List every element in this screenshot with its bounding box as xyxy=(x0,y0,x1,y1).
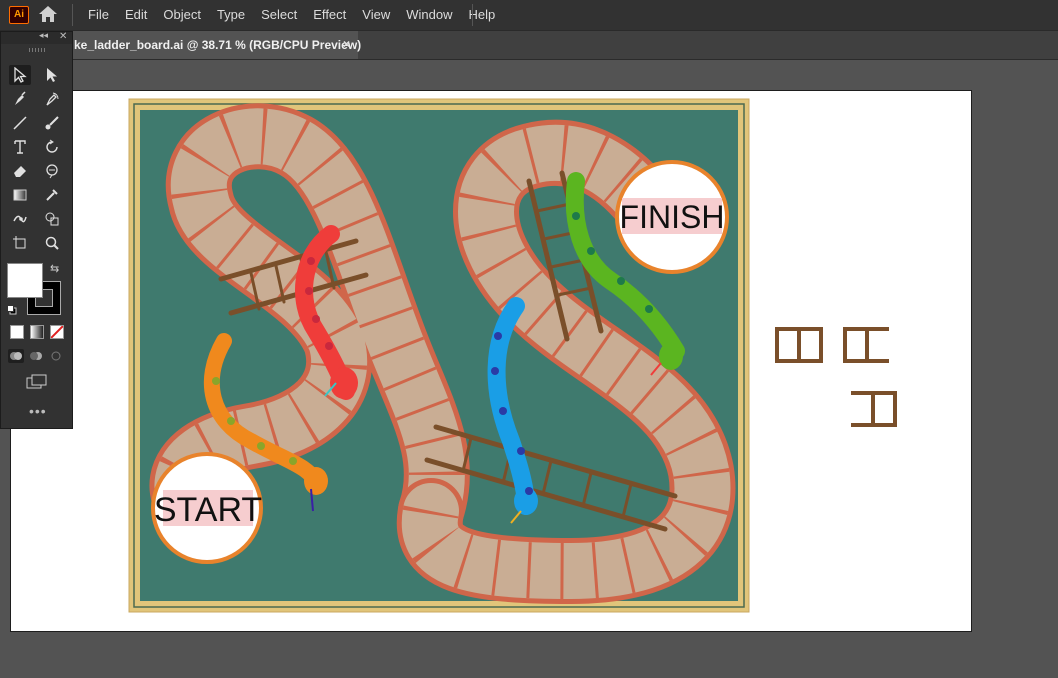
start-label: START xyxy=(154,491,262,529)
gradient-mode-icon[interactable] xyxy=(30,325,44,339)
screen-mode-icon[interactable] xyxy=(26,374,48,395)
panel-grip[interactable] xyxy=(29,48,45,52)
draw-normal-icon[interactable] xyxy=(8,349,24,363)
shape-builder-tool-icon[interactable] xyxy=(41,209,63,229)
color-mode-icon[interactable] xyxy=(10,325,24,339)
default-colors-icon[interactable] xyxy=(7,302,17,315)
menu-select[interactable]: Select xyxy=(253,0,305,30)
paintbrush-tool-icon[interactable] xyxy=(41,113,63,133)
puppet-warp-tool-icon[interactable] xyxy=(9,209,31,229)
illustrator-logo: Ai xyxy=(9,6,29,24)
swap-fill-stroke-icon[interactable]: ⇆ xyxy=(50,262,59,275)
menu-view[interactable]: View xyxy=(354,0,398,30)
menu-edit[interactable]: Edit xyxy=(117,0,155,30)
menu-file[interactable]: File xyxy=(80,0,117,30)
draw-behind-icon[interactable] xyxy=(28,349,44,363)
menu-help[interactable]: Help xyxy=(460,0,503,30)
type-tool-icon[interactable] xyxy=(9,137,31,157)
menu-effect[interactable]: Effect xyxy=(305,0,354,30)
eraser-tool-icon[interactable] xyxy=(9,161,31,181)
menu-window[interactable]: Window xyxy=(398,0,460,30)
home-icon[interactable] xyxy=(38,5,58,28)
collapse-icon[interactable]: ◂◂ xyxy=(39,30,48,41)
document-tab-bar: ke_ladder_board.ai @ 38.71 % (RGB/CPU Pr… xyxy=(0,31,1058,60)
artboard[interactable]: START FINISH xyxy=(10,90,972,632)
menu-object[interactable]: Object xyxy=(155,0,209,30)
ladder-piece-1 xyxy=(775,327,823,363)
tools-panel-header[interactable]: ◂◂ ✕ xyxy=(1,30,72,44)
curvature-tool-icon[interactable] xyxy=(41,89,63,109)
fill-swatch[interactable] xyxy=(7,263,43,298)
menu-separator xyxy=(472,4,473,26)
draw-inside-icon[interactable] xyxy=(48,349,64,363)
gradient-tool-icon[interactable] xyxy=(9,185,31,205)
rotate-tool-icon[interactable] xyxy=(41,137,63,157)
menu-bar: Ai File Edit Object Type Select Effect V… xyxy=(0,0,1058,31)
zoom-tool-icon[interactable] xyxy=(41,233,63,253)
warp-tool-icon[interactable] xyxy=(41,161,63,181)
eyedropper-tool-icon[interactable] xyxy=(41,185,63,205)
more-tools-icon[interactable]: ••• xyxy=(29,403,47,419)
direct-selection-tool-icon[interactable] xyxy=(41,65,63,85)
menu-separator xyxy=(72,4,73,26)
tools-panel: ◂◂ ✕ ⇆ ••• xyxy=(0,30,73,429)
line-segment-tool-icon[interactable] xyxy=(9,113,31,133)
none-mode-icon[interactable] xyxy=(50,325,64,339)
close-icon[interactable]: × xyxy=(343,37,350,51)
finish-label: FINISH xyxy=(620,199,725,235)
artboard-tool-icon[interactable] xyxy=(9,233,31,253)
ladder-piece-2 xyxy=(843,327,889,363)
main-menu: File Edit Object Type Select Effect View… xyxy=(80,0,503,30)
document-tab-title[interactable]: ke_ladder_board.ai @ 38.71 % (RGB/CPU Pr… xyxy=(74,38,361,52)
pen-tool-icon[interactable] xyxy=(9,89,31,109)
board-artwork[interactable]: START FINISH xyxy=(11,91,971,631)
selection-tool-icon[interactable] xyxy=(9,65,31,85)
ladder-piece-3 xyxy=(851,391,897,427)
close-icon[interactable]: ✕ xyxy=(59,31,67,42)
menu-type[interactable]: Type xyxy=(209,0,253,30)
